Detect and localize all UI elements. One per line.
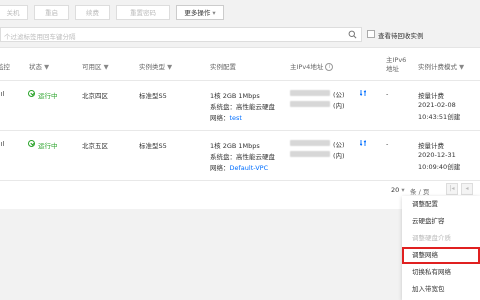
reset-password-button[interactable]: 重置密码 — [116, 5, 170, 20]
instance-table: 监控 状态 ▼ 可用区 ▼ 实例类型 ▼ 实例配置 主IPv4地址 i 主IPv… — [0, 47, 480, 209]
instance-type-text: 标准型S5 — [139, 92, 167, 100]
network-link[interactable]: test — [230, 114, 242, 122]
config-network: 网络：Default-VPC — [210, 162, 268, 172]
zone-text: 北京五区 — [82, 142, 108, 150]
header-ipv6-line1: 主IPv6 — [386, 56, 407, 64]
search-placeholder: 个过滤标签用回车键分隔 — [4, 33, 76, 41]
filter-icon[interactable]: ▼ — [167, 63, 172, 71]
instance-type-text: 标准型S5 — [139, 142, 167, 150]
ipv6-text: - — [386, 90, 389, 98]
status-text: 运行中 — [38, 142, 58, 150]
private-ip-suffix: (内) — [333, 152, 345, 160]
shutdown-button[interactable]: 关机 — [0, 5, 28, 20]
header-ipv4-label: 主IPv4地址 — [290, 63, 324, 71]
header-billing-label: 实例计费模式 — [418, 63, 457, 71]
header-ipv6: 主IPv6 地址 — [386, 56, 406, 74]
restart-button[interactable]: 重启 — [34, 5, 69, 20]
table-row: 运行中 北京五区 标准型S5 1核 2GB 1Mbps 系统盘：高性能云硬盘 网… — [0, 131, 480, 179]
config-network: 网络：test — [210, 112, 242, 122]
running-status-icon — [28, 90, 35, 97]
first-page-button[interactable]: |◂ — [446, 183, 458, 195]
search-icon[interactable] — [348, 30, 357, 39]
status-text: 运行中 — [38, 92, 58, 100]
page-size-value: 20 — [391, 186, 400, 194]
created-time: 10:43:51创建 — [418, 113, 461, 121]
menu-item-resize-config[interactable]: 调整配置 — [402, 196, 480, 213]
private-ip-suffix: (内) — [333, 102, 345, 110]
menu-item-adjust-network[interactable]: 调整网络 — [402, 247, 480, 264]
per-page-label: 条 / 页 — [410, 188, 430, 196]
network-label: 网络： — [210, 164, 230, 172]
network-label: 网络： — [210, 114, 230, 122]
filter-icon[interactable]: ▼ — [459, 63, 464, 71]
ipv6-text: - — [386, 140, 389, 148]
more-actions-button[interactable]: 更多操作 ▾ — [176, 5, 224, 20]
menu-item-change-disk-media: 调整硬盘介质 — [412, 234, 451, 242]
header-ipv4: 主IPv4地址 i — [290, 61, 334, 71]
header-billing[interactable]: 实例计费模式 ▼ — [418, 61, 464, 71]
monitor-icon[interactable] — [0, 139, 4, 146]
header-monitor: 监控 — [0, 63, 10, 71]
show-recycled-checkbox[interactable] — [367, 30, 375, 38]
swap-ip-icon[interactable] — [360, 89, 366, 97]
search-input[interactable]: 个过滤标签用回车键分隔 — [0, 27, 362, 42]
header-type[interactable]: 实例类型 ▼ — [139, 61, 172, 71]
config-spec: 1核 2GB 1Mbps — [210, 142, 260, 150]
header-config: 实例配置 — [210, 63, 236, 71]
public-ip-suffix: (公) — [333, 141, 345, 149]
header-zone[interactable]: 可用区 ▼ — [82, 61, 109, 71]
renew-button[interactable]: 续费 — [75, 5, 110, 20]
network-link[interactable]: Default-VPC — [230, 164, 269, 172]
running-status-icon — [28, 140, 35, 147]
private-ip-redacted — [290, 151, 330, 157]
created-time: 10:09:40创建 — [418, 163, 461, 171]
config-spec: 1核 2GB 1Mbps — [210, 92, 260, 100]
created-date: 2021-02-08 — [418, 101, 456, 109]
config-disk: 系统盘：高性能云硬盘 — [210, 103, 275, 111]
more-actions-label: 更多操作 — [184, 9, 211, 17]
header-status-label: 状态 — [29, 63, 42, 71]
header-ipv6-line2: 地址 — [386, 65, 399, 73]
config-disk: 系统盘：高性能云硬盘 — [210, 153, 275, 161]
filter-icon[interactable]: ▼ — [44, 63, 49, 71]
table-row: 运行中 北京四区 标准型S5 1核 2GB 1Mbps 系统盘：高性能云硬盘 网… — [0, 81, 480, 129]
created-date: 2020-12-31 — [418, 151, 456, 159]
billing-mode: 按量计费 — [418, 142, 444, 150]
chevron-down-icon: ▾ — [212, 9, 216, 17]
monitor-icon[interactable] — [0, 89, 4, 96]
filter-icon[interactable]: ▼ — [104, 63, 109, 71]
billing-mode: 按量计费 — [418, 92, 444, 100]
chevron-down-icon: ▾ — [401, 186, 405, 194]
page-size-select[interactable]: 20 ▾ — [391, 186, 405, 194]
header-zone-label: 可用区 — [82, 63, 102, 71]
show-recycled-label: 查看待回收实例 — [378, 32, 424, 40]
row-divider — [0, 180, 480, 181]
public-ip-redacted — [290, 90, 330, 96]
menu-item-join-bandwidth-package[interactable]: 加入带宽包 — [402, 281, 480, 298]
public-ip-redacted — [290, 140, 330, 146]
prev-page-button[interactable]: ◂ — [461, 183, 473, 195]
header-status[interactable]: 状态 ▼ — [29, 61, 49, 71]
menu-item-switch-vpc[interactable]: 切换私有网络 — [402, 264, 480, 281]
public-ip-suffix: (公) — [333, 91, 345, 99]
private-ip-redacted — [290, 101, 330, 107]
menu-item-disk-expand[interactable]: 云硬盘扩容 — [402, 213, 480, 230]
info-icon[interactable]: i — [325, 63, 334, 71]
swap-ip-icon[interactable] — [360, 139, 366, 147]
zone-text: 北京四区 — [82, 92, 108, 100]
more-actions-menu: 调整配置 云硬盘扩容 调整硬盘介质 调整网络 切换私有网络 加入带宽包 — [402, 196, 480, 300]
header-type-label: 实例类型 — [139, 63, 165, 71]
